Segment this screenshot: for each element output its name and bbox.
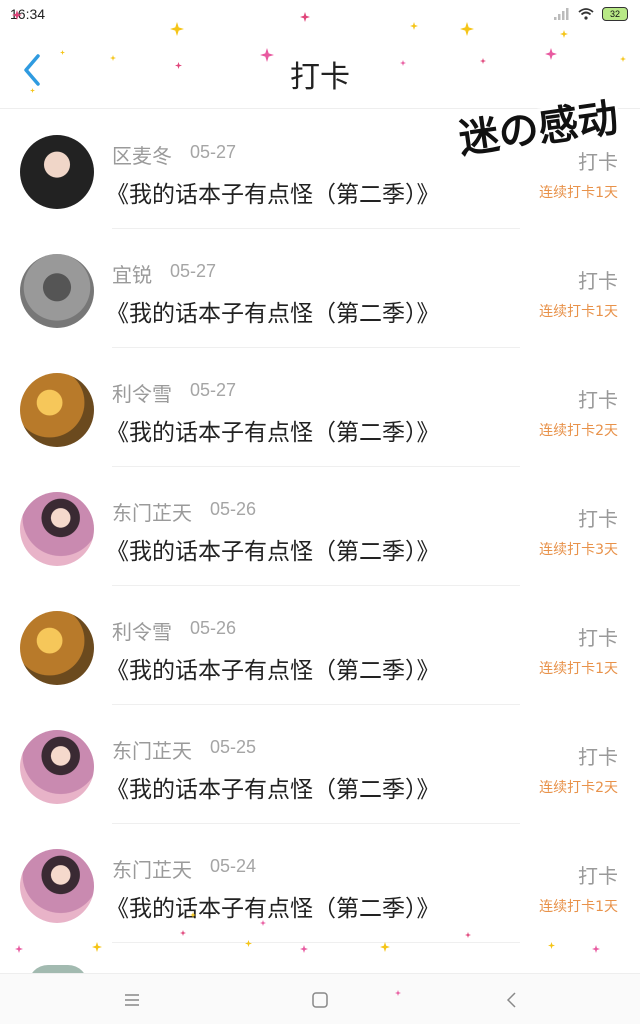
checkin-label: 打卡 (578, 745, 618, 769)
checkin-label: 打卡 (578, 269, 618, 293)
avatar[interactable] (20, 254, 94, 328)
star-icon (15, 945, 23, 953)
checkin-label: 打卡 (578, 507, 618, 531)
checkin-label: 打卡 (578, 388, 618, 412)
star-icon (548, 942, 555, 949)
user-name: 利令雪 (112, 382, 172, 406)
avatar[interactable] (20, 492, 94, 566)
user-name: 利令雪 (112, 620, 172, 644)
avatar[interactable] (20, 135, 94, 209)
checkin-date: 05-24 (210, 856, 257, 876)
book-title: 《我的话本子有点怪（第二季）》 (106, 539, 440, 565)
list-item[interactable]: 利令雪 05-27 《我的话本子有点怪（第二季）》 打卡连续打卡2天 (0, 348, 640, 467)
user-name: 宜锐 (112, 263, 152, 287)
list-item[interactable]: 区麦冬 05-27 《我的话本子有点怪（第二季）》 打卡连续打卡1天 (0, 110, 640, 229)
status-bar: 16:34 32 (0, 0, 640, 30)
star-icon (592, 945, 600, 953)
user-name: 东门芷天 (112, 501, 192, 525)
checkin-label: 打卡 (578, 150, 618, 174)
avatar[interactable] (20, 611, 94, 685)
book-title: 《我的话本子有点怪（第二季）》 (106, 777, 440, 803)
back-chevron-icon[interactable] (500, 988, 524, 1012)
checkin-date: 05-27 (170, 261, 217, 281)
list-item[interactable]: 利令雪 05-26 《我的话本子有点怪（第二季）》 打卡连续打卡1天 (0, 586, 640, 705)
checkin-date: 05-26 (190, 618, 237, 638)
checkin-date: 05-27 (190, 380, 237, 400)
streak-text: 连续打卡1天 (539, 304, 618, 320)
list-item[interactable]: 东门芷天 05-25 《我的话本子有点怪（第二季）》 打卡连续打卡2天 (0, 705, 640, 824)
streak-text: 连续打卡3天 (539, 542, 618, 558)
checkin-label: 打卡 (578, 626, 618, 650)
star-icon (380, 942, 390, 952)
streak-text: 连续打卡2天 (539, 780, 618, 796)
checkin-date: 05-27 (190, 142, 237, 162)
checkin-label: 打卡 (578, 864, 618, 888)
book-title: 《我的话本子有点怪（第二季）》 (106, 182, 440, 208)
checkin-list: 区麦冬 05-27 《我的话本子有点怪（第二季）》 打卡 连续打卡1天 宜锐 05-27 《我… (0, 110, 640, 943)
page-title: 打卡 (290, 60, 350, 95)
avatar[interactable] (20, 373, 94, 447)
battery-icon: 32 (602, 7, 628, 21)
book-title: 《我的话本子有点怪（第二季）》 (106, 420, 440, 446)
checkin-date: 05-26 (210, 499, 257, 519)
checkin-date: 05-25 (210, 737, 257, 757)
avatar[interactable] (20, 730, 94, 804)
user-name: 东门芷天 (112, 739, 192, 763)
system-nav-bar (0, 973, 640, 1024)
streak-text: 连续打卡2天 (539, 423, 618, 439)
star-icon (92, 942, 102, 952)
user-name: 东门芷天 (112, 858, 192, 882)
home-square-icon[interactable] (308, 988, 332, 1012)
streak-text: 连续打卡1天 (539, 899, 618, 915)
list-item[interactable]: 宜锐 05-27 《我的话本子有点怪（第二季）》 打卡连续打卡1天 (0, 229, 640, 348)
streak-text: 连续打卡1天 (539, 661, 618, 677)
status-time: 16:34 (10, 6, 46, 22)
book-title: 《我的话本子有点怪（第二季）》 (106, 896, 440, 922)
book-title: 《我的话本子有点怪（第二季）》 (106, 301, 440, 327)
signal-icon (554, 8, 569, 20)
status-icons: 32 (554, 7, 628, 21)
user-name: 区麦冬 (112, 144, 172, 168)
star-icon (300, 945, 308, 953)
avatar[interactable] (20, 849, 94, 923)
divider (112, 942, 520, 943)
list-item[interactable]: 东门芷天 05-26 《我的话本子有点怪（第二季）》 打卡连续打卡3天 (0, 467, 640, 586)
streak-text: 连续打卡1天 (539, 185, 618, 201)
list-item[interactable]: 东门芷天 05-24 《我的话本子有点怪（第二季）》 打卡连续打卡1天 (0, 824, 640, 943)
wifi-icon (578, 8, 594, 20)
menu-icon[interactable] (120, 988, 144, 1012)
book-title: 《我的话本子有点怪（第二季）》 (106, 658, 440, 684)
